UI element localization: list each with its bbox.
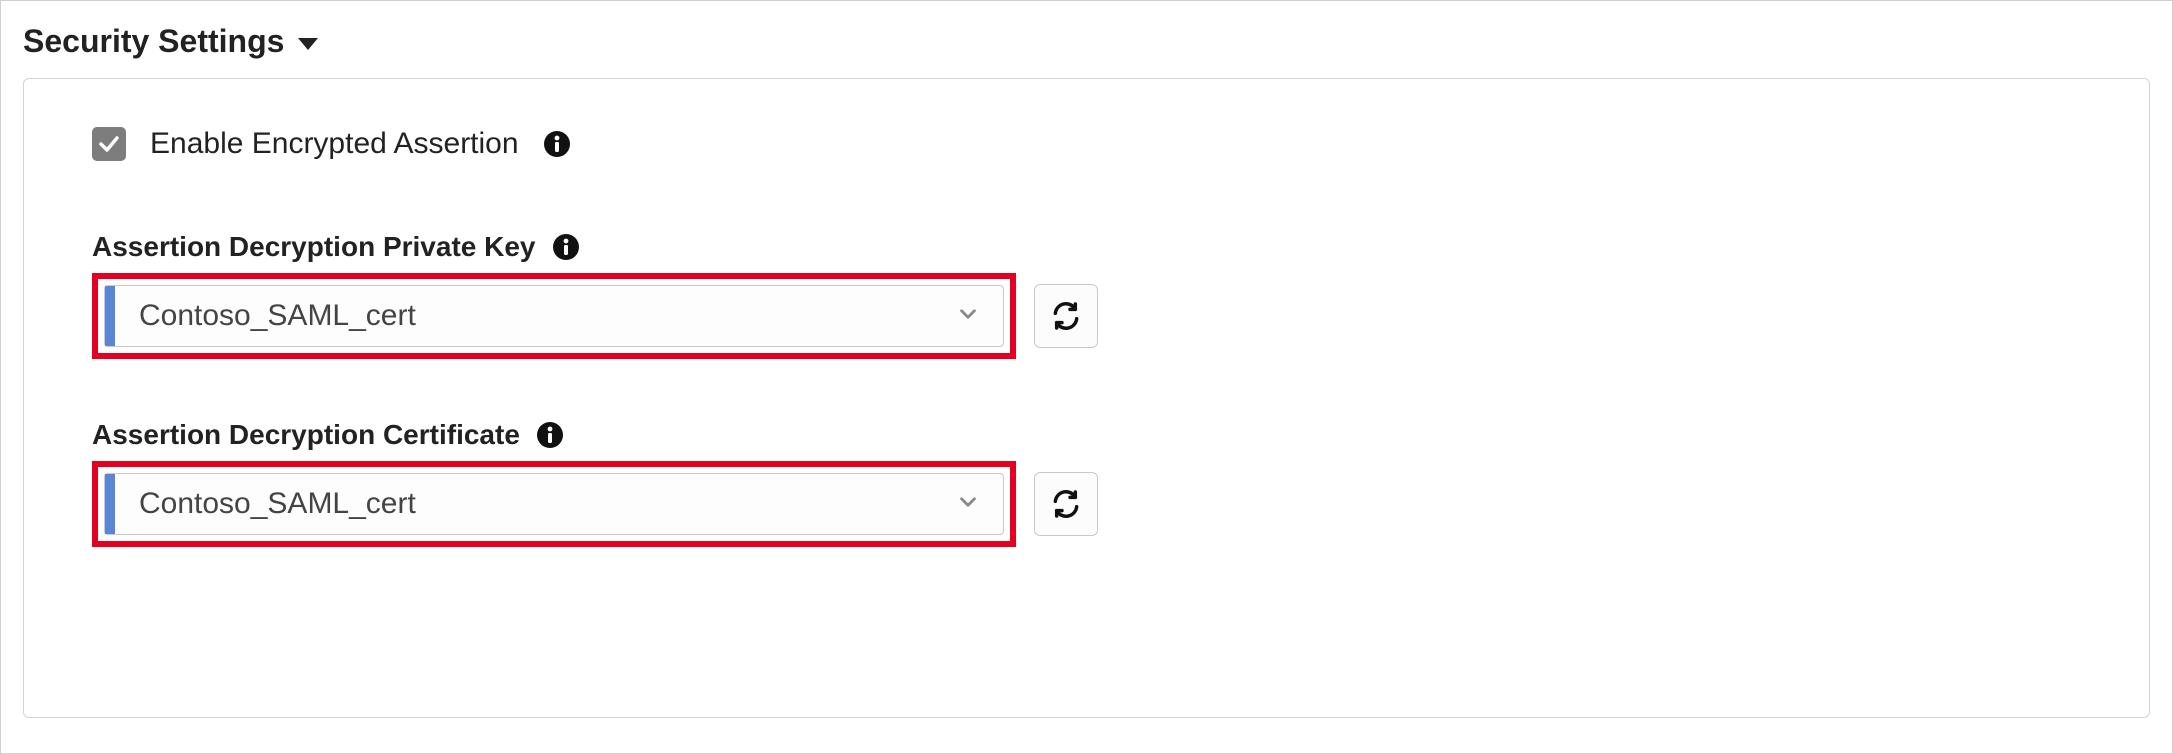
select-accent — [105, 474, 115, 534]
info-icon[interactable] — [552, 233, 580, 261]
info-icon[interactable] — [543, 130, 571, 158]
certificate-label-row: Assertion Decryption Certificate — [92, 419, 2081, 451]
certificate-value: Contoso_SAML_cert — [115, 487, 933, 521]
certificate-select[interactable]: Contoso_SAML_cert — [104, 473, 1004, 535]
certificate-label: Assertion Decryption Certificate — [92, 419, 520, 451]
section-header[interactable]: Security Settings — [23, 23, 2150, 60]
chevron-down-icon — [933, 489, 1003, 520]
select-accent — [105, 286, 115, 346]
refresh-private-key-button[interactable] — [1034, 284, 1098, 348]
private-key-row: Contoso_SAML_cert — [92, 273, 2081, 359]
refresh-certificate-button[interactable] — [1034, 472, 1098, 536]
page: Security Settings Enable Encrypted Asser… — [0, 0, 2173, 754]
enable-encrypted-assertion-label: Enable Encrypted Assertion — [150, 127, 519, 161]
refresh-icon — [1050, 488, 1082, 520]
certificate-field: Assertion Decryption Certificate Contoso… — [92, 419, 2081, 547]
check-icon — [97, 132, 121, 156]
private-key-field: Assertion Decryption Private Key Contoso… — [92, 231, 2081, 359]
chevron-down-icon — [933, 301, 1003, 332]
settings-panel: Enable Encrypted Assertion Assertion Dec… — [23, 78, 2150, 718]
private-key-label: Assertion Decryption Private Key — [92, 231, 536, 263]
highlight-box: Contoso_SAML_cert — [92, 461, 1016, 547]
private-key-value: Contoso_SAML_cert — [115, 299, 933, 333]
enable-encrypted-assertion-checkbox[interactable] — [92, 127, 126, 161]
refresh-icon — [1050, 300, 1082, 332]
certificate-row: Contoso_SAML_cert — [92, 461, 2081, 547]
caret-down-icon — [298, 38, 318, 50]
info-icon[interactable] — [536, 421, 564, 449]
enable-encrypted-assertion-row: Enable Encrypted Assertion — [92, 127, 2081, 161]
highlight-box: Contoso_SAML_cert — [92, 273, 1016, 359]
section-title: Security Settings — [23, 23, 284, 60]
private-key-select[interactable]: Contoso_SAML_cert — [104, 285, 1004, 347]
private-key-label-row: Assertion Decryption Private Key — [92, 231, 2081, 263]
